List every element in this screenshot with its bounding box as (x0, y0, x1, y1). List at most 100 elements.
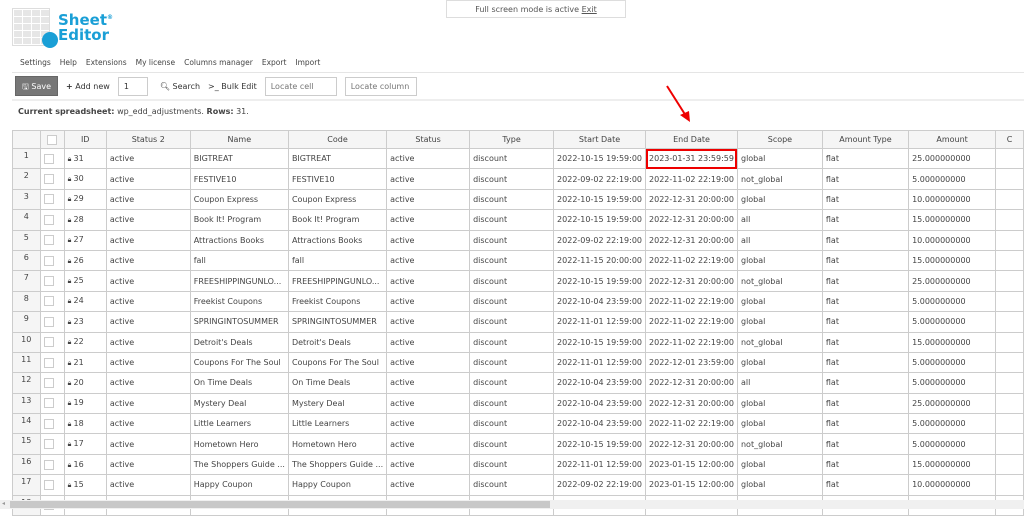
status2-cell[interactable]: active (105, 168, 191, 190)
scope-cell[interactable]: not_global (736, 168, 823, 190)
amount-type-cell[interactable]: flat (821, 351, 910, 374)
end-date-cell[interactable]: 2022-11-02 22:19:00 (645, 168, 738, 190)
amount-cell[interactable]: 5.000000000 (908, 311, 997, 333)
amount-type-cell[interactable]: flat (821, 331, 910, 353)
amount-type-cell[interactable]: flat (821, 474, 910, 496)
table-row[interactable]: 4 🔒︎ 28 active Book It! Program Book It! Pro… (12, 209, 1024, 231)
scope-cell[interactable]: all (736, 372, 823, 394)
scope-cell[interactable]: all (736, 209, 823, 231)
menu-export[interactable]: Export (262, 58, 287, 67)
status2-cell[interactable]: active (105, 372, 191, 394)
column-header[interactable]: Start Date (553, 130, 647, 149)
row-checkbox[interactable] (43, 398, 54, 409)
amount-type-cell[interactable]: flat (821, 392, 910, 415)
type-cell[interactable]: discount (469, 311, 555, 333)
extra-cell[interactable] (995, 147, 1024, 170)
status2-cell[interactable]: active (105, 433, 191, 455)
amount-cell[interactable]: 5.000000000 (908, 351, 997, 374)
extra-cell[interactable] (995, 413, 1024, 435)
name-cell[interactable]: FESTIVE10 (189, 168, 289, 190)
extra-cell[interactable] (995, 453, 1024, 476)
code-cell[interactable]: FREESHIPPINGUNLO... (287, 270, 388, 292)
end-date-cell[interactable]: 2022-11-02 22:19:00 (645, 290, 738, 313)
table-row[interactable]: 1 🔒︎ 31 active BIGTREAT BIGTREAT active discou… (12, 147, 1024, 170)
row-checkbox[interactable] (43, 276, 54, 287)
name-cell[interactable]: The Shoppers Guide ... (189, 453, 289, 476)
menu-columns-manager[interactable]: Columns manager (184, 58, 253, 67)
start-date-cell[interactable]: 2022-10-04 23:59:00 (553, 290, 647, 313)
column-header[interactable]: Amount Type (821, 130, 910, 149)
code-cell[interactable]: SPRINGINTOSUMMER (287, 311, 388, 333)
status-cell[interactable]: active (386, 433, 471, 455)
extra-cell[interactable] (995, 351, 1024, 374)
column-header[interactable]: Amount (908, 130, 997, 149)
scope-cell[interactable]: not_global (736, 433, 823, 455)
status-cell[interactable]: active (386, 474, 471, 496)
table-row[interactable]: 3 🔒︎ 29 active Coupon Express Coupon Express… (12, 188, 1024, 211)
extra-cell[interactable] (995, 311, 1024, 333)
name-cell[interactable]: Mystery Deal (189, 392, 289, 415)
status2-cell[interactable]: active (105, 311, 191, 333)
status-cell[interactable]: active (386, 209, 471, 231)
scope-cell[interactable]: global (736, 392, 823, 415)
start-date-cell[interactable]: 2022-10-15 19:59:00 (553, 270, 647, 292)
status-cell[interactable]: active (386, 188, 471, 211)
start-date-cell[interactable]: 2022-10-15 19:59:00 (553, 209, 647, 231)
status2-cell[interactable]: active (105, 188, 191, 211)
column-header[interactable]: End Date (645, 130, 738, 149)
type-cell[interactable]: discount (469, 168, 555, 190)
row-checkbox[interactable] (43, 194, 54, 205)
status-cell[interactable]: active (386, 351, 471, 374)
amount-cell[interactable]: 25.000000000 (908, 392, 997, 415)
amount-cell[interactable]: 5.000000000 (908, 413, 997, 435)
type-cell[interactable]: discount (469, 188, 555, 211)
name-cell[interactable]: Attractions Books (189, 229, 289, 251)
code-cell[interactable]: Coupons For The Soul (287, 351, 388, 374)
end-date-cell[interactable]: 2022-12-31 20:00:00 (645, 188, 738, 211)
select-all-checkbox[interactable] (47, 134, 58, 145)
name-cell[interactable]: Coupon Express (189, 188, 289, 211)
type-cell[interactable]: discount (469, 433, 555, 455)
status-cell[interactable]: active (386, 270, 471, 292)
type-cell[interactable]: discount (469, 331, 555, 353)
scope-cell[interactable]: global (736, 453, 823, 476)
extra-cell[interactable] (995, 290, 1024, 313)
add-new-button[interactable]: + Add new (66, 82, 110, 91)
name-cell[interactable]: Detroit's Deals (189, 331, 289, 353)
start-date-cell[interactable]: 2022-11-01 12:59:00 (553, 351, 647, 374)
name-cell[interactable]: Coupons For The Soul (189, 351, 289, 374)
start-date-cell[interactable]: 2022-09-02 22:19:00 (553, 168, 647, 190)
amount-cell[interactable]: 10.000000000 (908, 229, 997, 251)
name-cell[interactable]: FREESHIPPINGUNLO... (189, 270, 289, 292)
type-cell[interactable]: discount (469, 209, 555, 231)
type-cell[interactable]: discount (469, 372, 555, 394)
start-date-cell[interactable]: 2022-10-15 19:59:00 (553, 433, 647, 455)
menu-help[interactable]: Help (60, 58, 77, 67)
code-cell[interactable]: FESTIVE10 (287, 168, 388, 190)
scrollbar-thumb[interactable] (10, 501, 550, 508)
status2-cell[interactable]: active (105, 392, 191, 415)
status2-cell[interactable]: active (105, 413, 191, 435)
column-header[interactable]: Scope (736, 130, 823, 149)
amount-type-cell[interactable]: flat (821, 290, 910, 313)
end-date-cell[interactable]: 2022-11-02 22:19:00 (645, 331, 738, 353)
extra-cell[interactable] (995, 331, 1024, 353)
name-cell[interactable]: BIGTREAT (189, 147, 289, 170)
table-row[interactable]: 15 🔒︎ 17 active Hometown Hero Hometown Hero a… (12, 433, 1024, 455)
type-cell[interactable]: discount (469, 147, 555, 170)
type-cell[interactable]: discount (469, 270, 555, 292)
type-cell[interactable]: discount (469, 229, 555, 251)
end-date-cell[interactable]: 2022-12-31 20:00:00 (645, 270, 738, 292)
row-checkbox[interactable] (43, 418, 54, 429)
row-checkbox[interactable] (43, 296, 54, 307)
row-checkbox[interactable] (43, 377, 54, 388)
row-checkbox[interactable] (43, 357, 54, 368)
amount-cell[interactable]: 10.000000000 (908, 188, 997, 211)
scope-cell[interactable]: global (736, 290, 823, 313)
end-date-cell[interactable]: 2022-12-31 20:00:00 (645, 392, 738, 415)
end-date-cell[interactable]: 2022-12-31 20:00:00 (645, 433, 738, 455)
status-cell[interactable]: active (386, 229, 471, 251)
start-date-cell[interactable]: 2022-11-01 12:59:00 (553, 311, 647, 333)
amount-cell[interactable]: 25.000000000 (908, 147, 997, 170)
name-cell[interactable]: Freekist Coupons (189, 290, 289, 313)
